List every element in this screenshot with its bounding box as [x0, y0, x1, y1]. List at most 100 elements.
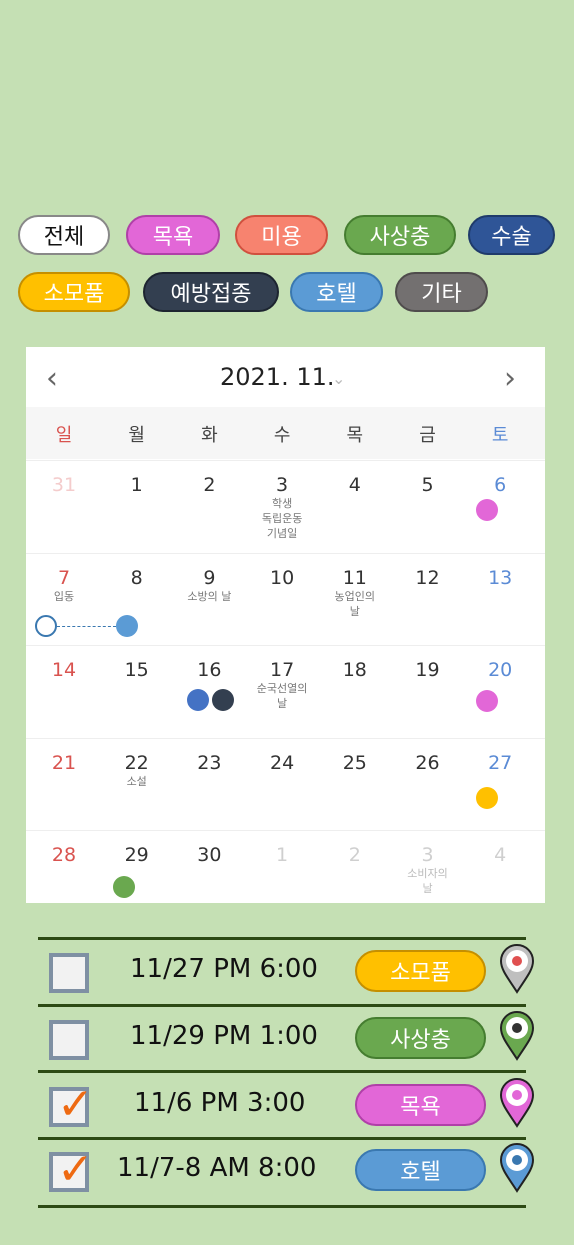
event-checkbox[interactable] [49, 1020, 89, 1060]
day-number: 5 [421, 474, 434, 496]
event-range-start[interactable] [35, 615, 57, 637]
event-dot[interactable] [113, 876, 135, 898]
day-cell[interactable]: 22 소설 [100, 738, 174, 830]
day-cell[interactable]: 10 [245, 553, 319, 645]
event-dot[interactable] [212, 689, 234, 711]
day-cell[interactable]: 18 [318, 645, 392, 737]
day-number: 3 [421, 844, 434, 867]
event-dot[interactable] [476, 787, 498, 809]
day-cell[interactable]: 9 소방의 날 [172, 553, 246, 645]
bath-pin-icon[interactable] [498, 1078, 536, 1128]
day-cell[interactable]: 6 [463, 460, 537, 552]
category-pill-0[interactable]: 전체 [18, 215, 110, 255]
day-number: 10 [270, 566, 295, 589]
day-cell[interactable]: 20 [463, 645, 537, 737]
day-number: 9 [203, 566, 216, 589]
day-cell[interactable]: 29 [100, 830, 174, 922]
day-number: 2 [203, 474, 216, 496]
day-cell[interactable]: 13 [463, 553, 537, 645]
day-number: 4 [494, 844, 507, 867]
event-category-pill[interactable]: 목욕 [355, 1084, 486, 1126]
day-cell[interactable]: 30 [172, 830, 246, 922]
day-cell[interactable]: 1 [100, 460, 174, 552]
category-pill-6[interactable]: 예방접종 [143, 272, 279, 312]
day-cell[interactable]: 4 [318, 460, 392, 552]
day-cell[interactable]: 16 [172, 645, 246, 737]
day-number: 30 [197, 844, 222, 867]
day-number: 16 [197, 659, 222, 682]
day-number: 8 [130, 566, 143, 589]
day-cell[interactable]: 24 [245, 738, 319, 830]
day-cell[interactable]: 19 [391, 645, 465, 737]
weekday-1: 월 [128, 425, 145, 446]
weekday-3: 수 [273, 425, 291, 446]
day-cell[interactable]: 5 [391, 460, 465, 552]
day-number: 22 [124, 751, 149, 774]
chevron-left-icon[interactable]: ‹ [46, 361, 58, 396]
event-checkbox[interactable]: ✓ [49, 1079, 94, 1130]
day-number: 24 [270, 751, 295, 774]
event-dot[interactable] [116, 615, 138, 637]
day-number: 29 [124, 844, 149, 867]
day-cell[interactable]: 27 [463, 738, 537, 830]
day-number: 4 [348, 474, 361, 496]
day-cell[interactable]: 4 [463, 830, 537, 922]
event-range-line [57, 626, 116, 627]
day-number: 17 [270, 659, 295, 682]
day-cell[interactable]: 25 [318, 738, 392, 830]
day-cell[interactable]: 3 학생 독립운동 기념일 [245, 460, 319, 552]
holiday-label: 농업인의 날 [334, 589, 376, 618]
day-cell[interactable]: 14 [27, 645, 101, 737]
day-cell[interactable]: 2 [172, 460, 246, 552]
list-divider [38, 937, 526, 940]
day-cell[interactable]: 23 [172, 738, 246, 830]
event-datetime: 11/6 PM 3:00 [134, 1088, 306, 1118]
month-title[interactable]: 2021. 11. [220, 363, 335, 391]
event-dot[interactable] [476, 499, 498, 521]
day-cell[interactable]: 3 소비자의 날 [391, 830, 465, 922]
day-cell[interactable]: 1 [245, 830, 319, 922]
category-pill-8[interactable]: 기타 [395, 272, 488, 312]
day-number: 12 [415, 566, 440, 589]
chevron-down-icon[interactable]: ⌄ [332, 369, 345, 388]
day-number: 1 [130, 474, 143, 496]
day-cell[interactable]: 15 [100, 645, 174, 737]
event-checkbox[interactable]: ✓ [49, 1144, 94, 1195]
day-number: 2 [348, 844, 361, 867]
event-category-pill[interactable]: 소모품 [355, 950, 486, 992]
event-category-pill[interactable]: 호텔 [355, 1149, 486, 1191]
day-cell[interactable]: 21 [27, 738, 101, 830]
holiday-label: 학생 독립운동 기념일 [261, 497, 303, 540]
day-number: 11 [342, 566, 367, 589]
event-datetime: 11/7-8 AM 8:00 [117, 1153, 317, 1183]
category-pill-4[interactable]: 수술 [468, 215, 555, 255]
category-pill-7[interactable]: 호텔 [290, 272, 383, 312]
day-number: 21 [51, 751, 77, 774]
event-dot[interactable] [476, 690, 498, 712]
category-pill-5[interactable]: 소모품 [18, 272, 130, 312]
day-cell[interactable]: 26 [391, 738, 465, 830]
chevron-right-icon[interactable]: › [504, 361, 516, 396]
day-number: 26 [415, 751, 440, 774]
list-divider [38, 1137, 526, 1140]
holiday-label: 소비자의 날 [407, 867, 448, 896]
hotel-pin-icon[interactable] [498, 1143, 536, 1193]
event-dot[interactable] [187, 689, 209, 711]
holiday-label: 소설 [126, 774, 147, 788]
event-checkbox[interactable] [49, 953, 89, 993]
day-cell[interactable]: 12 [391, 553, 465, 645]
category-pill-2[interactable]: 미용 [235, 215, 328, 255]
day-cell[interactable]: 31 [27, 460, 101, 552]
weekday-2: 화 [201, 425, 218, 446]
day-number: 23 [197, 751, 222, 774]
day-cell[interactable]: 11 농업인의 날 [318, 553, 392, 645]
shop-pin-icon[interactable] [498, 944, 536, 994]
category-pill-1[interactable]: 목욕 [126, 215, 220, 255]
day-cell[interactable]: 17 순국선열의 날 [245, 645, 319, 737]
event-category-pill[interactable]: 사상충 [355, 1017, 486, 1059]
day-cell[interactable]: 2 [318, 830, 392, 922]
category-pill-3[interactable]: 사상충 [344, 215, 456, 255]
day-cell[interactable]: 28 [27, 830, 101, 922]
day-number: 20 [488, 659, 513, 682]
vet-pin-icon[interactable] [498, 1011, 536, 1061]
